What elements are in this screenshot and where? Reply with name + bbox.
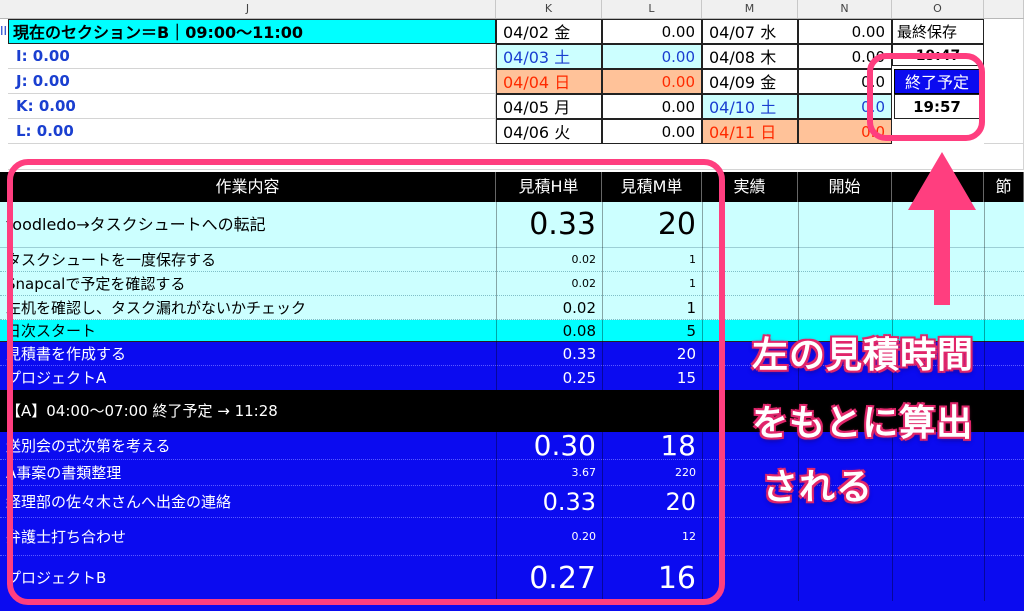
task-estimate-m[interactable]: 20 bbox=[602, 486, 702, 518]
calendar-value: 0.00 bbox=[602, 119, 702, 144]
calendar-date: 04/05 月 bbox=[496, 94, 602, 119]
task-estimate-m[interactable]: 20 bbox=[602, 342, 702, 366]
task-estimate-h[interactable]: 0.33 bbox=[496, 486, 602, 518]
task-estimate-m[interactable]: 20 bbox=[602, 202, 702, 248]
section-title: 現在のセクション＝B｜09:00～11:00 bbox=[8, 19, 496, 44]
left-prefix: II bbox=[0, 24, 8, 38]
callout-line-1: 左の見積時間 bbox=[752, 335, 975, 376]
end-plan-label: 終了予定 bbox=[894, 69, 980, 94]
calendar-value: 0.0 bbox=[798, 69, 892, 94]
task-name[interactable]: 日次スタート bbox=[0, 320, 496, 342]
task-name[interactable]: 見積書を作成する bbox=[0, 342, 496, 366]
section-row-label[interactable]: 【A】04:00～07:00 終了予定 → 11:28 bbox=[0, 390, 702, 432]
blank-row bbox=[8, 144, 1024, 170]
task-name[interactable]: タスクシュートを一度保存する bbox=[0, 248, 496, 272]
task-name[interactable]: 経理部の佐々木さんへ出金の連絡 bbox=[0, 486, 496, 518]
calendar-date: 04/11 日 bbox=[702, 119, 798, 144]
bottom-strip bbox=[0, 601, 1024, 611]
calendar-date: 04/02 金 bbox=[496, 19, 602, 44]
task-estimate-h[interactable]: 0.33 bbox=[496, 342, 602, 366]
task-estimate-m[interactable]: 5 bbox=[602, 320, 702, 342]
column-header-bar: J K L M N O bbox=[0, 0, 1024, 19]
summary-l: L: 0.00 bbox=[8, 119, 496, 144]
calendar-date: 04/06 火 bbox=[496, 119, 602, 144]
column-letter-l[interactable]: L bbox=[602, 0, 702, 18]
task-name[interactable]: Snapcalで予定を確認する bbox=[0, 272, 496, 296]
grid-line bbox=[496, 202, 497, 601]
column-letter-o[interactable]: O bbox=[892, 0, 984, 18]
header-estimate-m[interactable]: 見積M単 bbox=[602, 172, 702, 202]
calendar-date: 04/08 木 bbox=[702, 44, 798, 69]
last-save-value: 19:47 bbox=[892, 44, 984, 66]
task-name[interactable]: プロジェクトA bbox=[0, 366, 496, 390]
summary-j: J: 0.00 bbox=[8, 69, 496, 94]
task-estimate-m[interactable]: 18 bbox=[602, 432, 702, 460]
task-estimate-m[interactable]: 15 bbox=[602, 366, 702, 390]
header-start[interactable]: 開始 bbox=[798, 172, 892, 202]
column-letter-m[interactable]: M bbox=[702, 0, 798, 18]
calendar-value: 0.0 bbox=[798, 119, 892, 144]
calendar-date: 04/09 金 bbox=[702, 69, 798, 94]
calendar-date: 04/03 土 bbox=[496, 44, 602, 69]
task-name[interactable]: 送別会の式次第を考える bbox=[0, 432, 496, 460]
task-estimate-h[interactable]: 0.33 bbox=[496, 202, 602, 248]
end-plan-value: 19:57 bbox=[894, 94, 980, 119]
grid-line bbox=[984, 202, 985, 601]
column-letter-n[interactable]: N bbox=[798, 0, 892, 18]
grid-line bbox=[602, 202, 603, 601]
task-estimate-h[interactable]: 0.02 bbox=[496, 296, 602, 320]
calendar-date: 04/07 水 bbox=[702, 19, 798, 44]
task-name[interactable]: 左机を確認し、タスク漏れがないかチェック bbox=[0, 296, 496, 320]
task-name[interactable]: toodledo→タスクシュートへの転記 bbox=[0, 202, 496, 248]
column-letter-k[interactable]: K bbox=[496, 0, 602, 18]
task-name[interactable]: A事案の書類整理 bbox=[0, 460, 496, 486]
task-estimate-m[interactable]: 1 bbox=[602, 272, 702, 296]
task-estimate-h[interactable]: 3.67 bbox=[496, 460, 602, 486]
task-estimate-m[interactable]: 1 bbox=[602, 248, 702, 272]
right-strip bbox=[984, 19, 1024, 144]
header-actual[interactable]: 実績 bbox=[702, 172, 798, 202]
task-estimate-h[interactable]: 0.27 bbox=[496, 556, 602, 601]
header-task[interactable]: 作業内容 bbox=[0, 172, 496, 202]
calendar-value: 0.00 bbox=[798, 44, 892, 69]
task-estimate-h[interactable]: 0.20 bbox=[496, 518, 602, 556]
task-estimate-m[interactable]: 12 bbox=[602, 518, 702, 556]
header-estimate-h[interactable]: 見積H単 bbox=[496, 172, 602, 202]
calendar-value: 0.0 bbox=[798, 94, 892, 119]
calendar-date: 04/04 日 bbox=[496, 69, 602, 94]
calendar-value: 0.00 bbox=[602, 94, 702, 119]
calendar-value: 0.00 bbox=[602, 44, 702, 69]
summary-k: K: 0.00 bbox=[8, 94, 496, 119]
task-estimate-h[interactable]: 0.02 bbox=[496, 272, 602, 296]
summary-i: I: 0.00 bbox=[8, 44, 496, 69]
task-name[interactable]: プロジェクトB bbox=[0, 556, 496, 601]
task-estimate-h[interactable]: 0.02 bbox=[496, 248, 602, 272]
task-estimate-h[interactable]: 0.25 bbox=[496, 366, 602, 390]
column-letter-j[interactable]: J bbox=[0, 0, 496, 18]
calendar-value: 0.00 bbox=[798, 19, 892, 44]
calendar-value: 0.00 bbox=[602, 69, 702, 94]
grid-line bbox=[702, 202, 703, 601]
column-letter-extra[interactable] bbox=[984, 0, 1024, 18]
task-estimate-m[interactable]: 220 bbox=[602, 460, 702, 486]
task-name[interactable]: 弁護士打ち合わせ bbox=[0, 518, 496, 556]
task-estimate-m[interactable]: 1 bbox=[602, 296, 702, 320]
task-estimate-h[interactable]: 0.08 bbox=[496, 320, 602, 342]
callout-line-3: される bbox=[762, 467, 874, 508]
calendar-value: 0.00 bbox=[602, 19, 702, 44]
task-estimate-m[interactable]: 16 bbox=[602, 556, 702, 601]
calendar-date: 04/10 土 bbox=[702, 94, 798, 119]
callout-line-2: をもとに算出 bbox=[752, 403, 974, 444]
header-end[interactable]: 終 bbox=[892, 172, 984, 202]
header-node[interactable]: 節 bbox=[984, 172, 1024, 202]
task-estimate-h[interactable]: 0.30 bbox=[496, 432, 602, 460]
last-save-label: 最終保存 bbox=[892, 19, 984, 44]
